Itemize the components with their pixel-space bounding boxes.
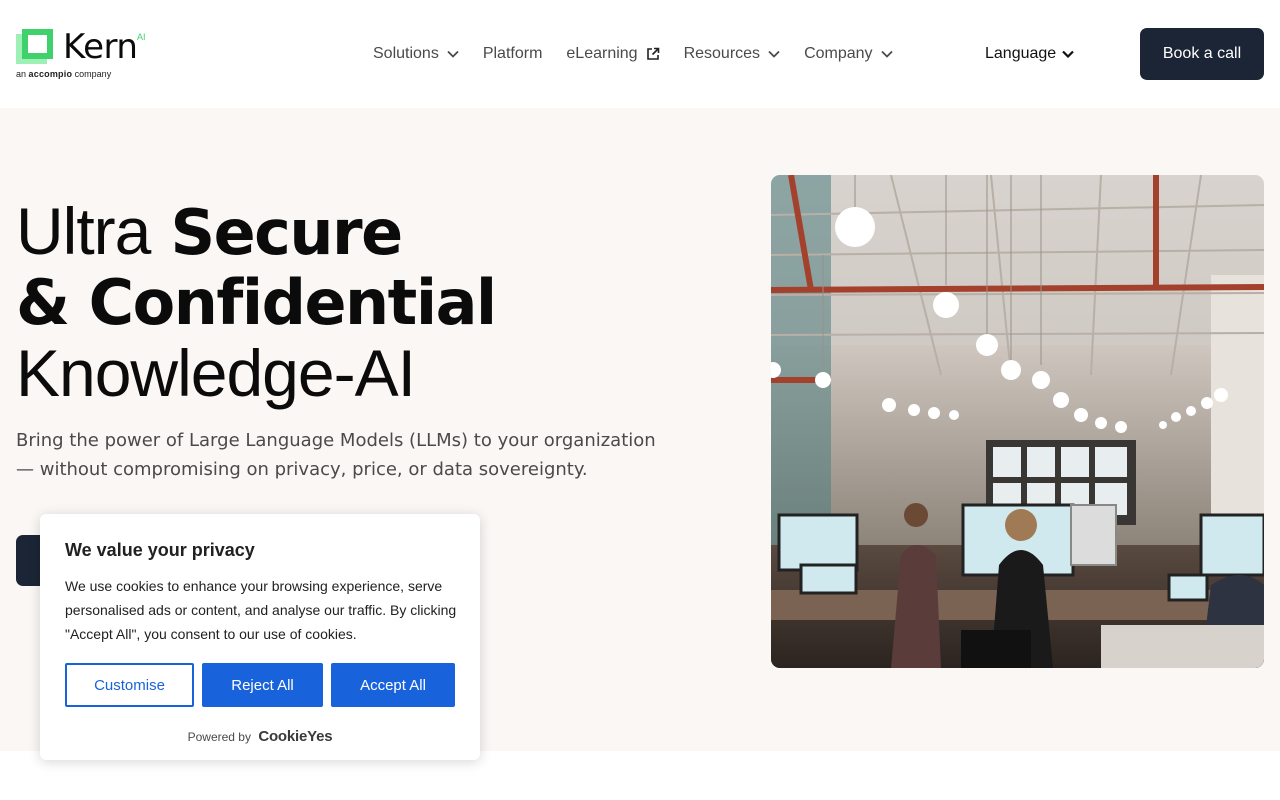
nav-item-company[interactable]: Company xyxy=(804,45,893,63)
nav-item-label: Company xyxy=(804,45,873,62)
hero-subtext: Bring the power of Large Language Models… xyxy=(16,430,656,480)
kern-logo-mark-icon xyxy=(16,29,53,64)
office-photo xyxy=(771,175,1264,668)
site-header: Kern AI an accompio company Solutions Pl… xyxy=(0,0,1280,108)
powered-by-label: Powered by xyxy=(187,730,251,744)
language-label: Language xyxy=(985,45,1057,62)
kern-logo[interactable]: Kern AI an accompio company xyxy=(16,28,156,82)
headline-word-secure: Secure xyxy=(170,196,403,269)
nav-item-platform[interactable]: Platform xyxy=(483,45,543,63)
cookie-title: We value your privacy xyxy=(65,540,255,560)
nav-item-label: Resources xyxy=(683,45,761,62)
nav-item-label: Solutions xyxy=(373,45,439,62)
main-nav: Solutions Platform eLearning Resources C… xyxy=(373,42,917,66)
external-link-icon xyxy=(646,47,659,60)
nav-item-elearning[interactable]: eLearning xyxy=(566,45,659,63)
cookie-body: We use cookies to enhance your browsing … xyxy=(65,578,457,642)
headline-line-knowledge-ai: Knowledge-AI xyxy=(16,336,416,410)
office-photo-illustration xyxy=(771,175,1264,668)
hero-headline: Ultra Secure & Confidential Knowledge-AI xyxy=(16,194,497,410)
nav-item-label: eLearning xyxy=(566,45,638,62)
customise-button[interactable]: Customise xyxy=(65,663,194,707)
reject-all-button[interactable]: Reject All xyxy=(202,663,323,707)
cookieyes-logo[interactable]: CookieYes xyxy=(258,728,332,745)
logo-ai-badge: AI xyxy=(137,32,146,42)
logo-tagline: an accompio company xyxy=(16,69,111,79)
cookie-consent-banner: We value your privacy We use cookies to … xyxy=(40,514,480,760)
nav-item-label: Platform xyxy=(482,45,543,62)
nav-item-resources[interactable]: Resources xyxy=(684,45,780,63)
chevron-down-icon xyxy=(768,50,780,58)
accept-all-button[interactable]: Accept All xyxy=(331,663,455,707)
logo-wordmark: Kern xyxy=(63,27,138,67)
logo-tagline-brand: accompio xyxy=(28,69,73,79)
nav-item-solutions[interactable]: Solutions xyxy=(373,45,459,63)
book-a-call-button[interactable]: Book a call xyxy=(1140,28,1264,80)
headline-line-confidential: & Confidential xyxy=(16,266,497,339)
headline-word-ultra: Ultra xyxy=(16,194,151,268)
chevron-down-icon xyxy=(880,50,893,58)
logo-tagline-suffix: company xyxy=(74,69,112,79)
chevron-down-icon xyxy=(1062,50,1074,58)
logo-tagline-prefix: an xyxy=(16,69,27,79)
language-selector[interactable]: Language xyxy=(985,42,1074,66)
chevron-down-icon xyxy=(447,50,459,58)
powered-by: Powered by CookieYes xyxy=(40,728,480,745)
